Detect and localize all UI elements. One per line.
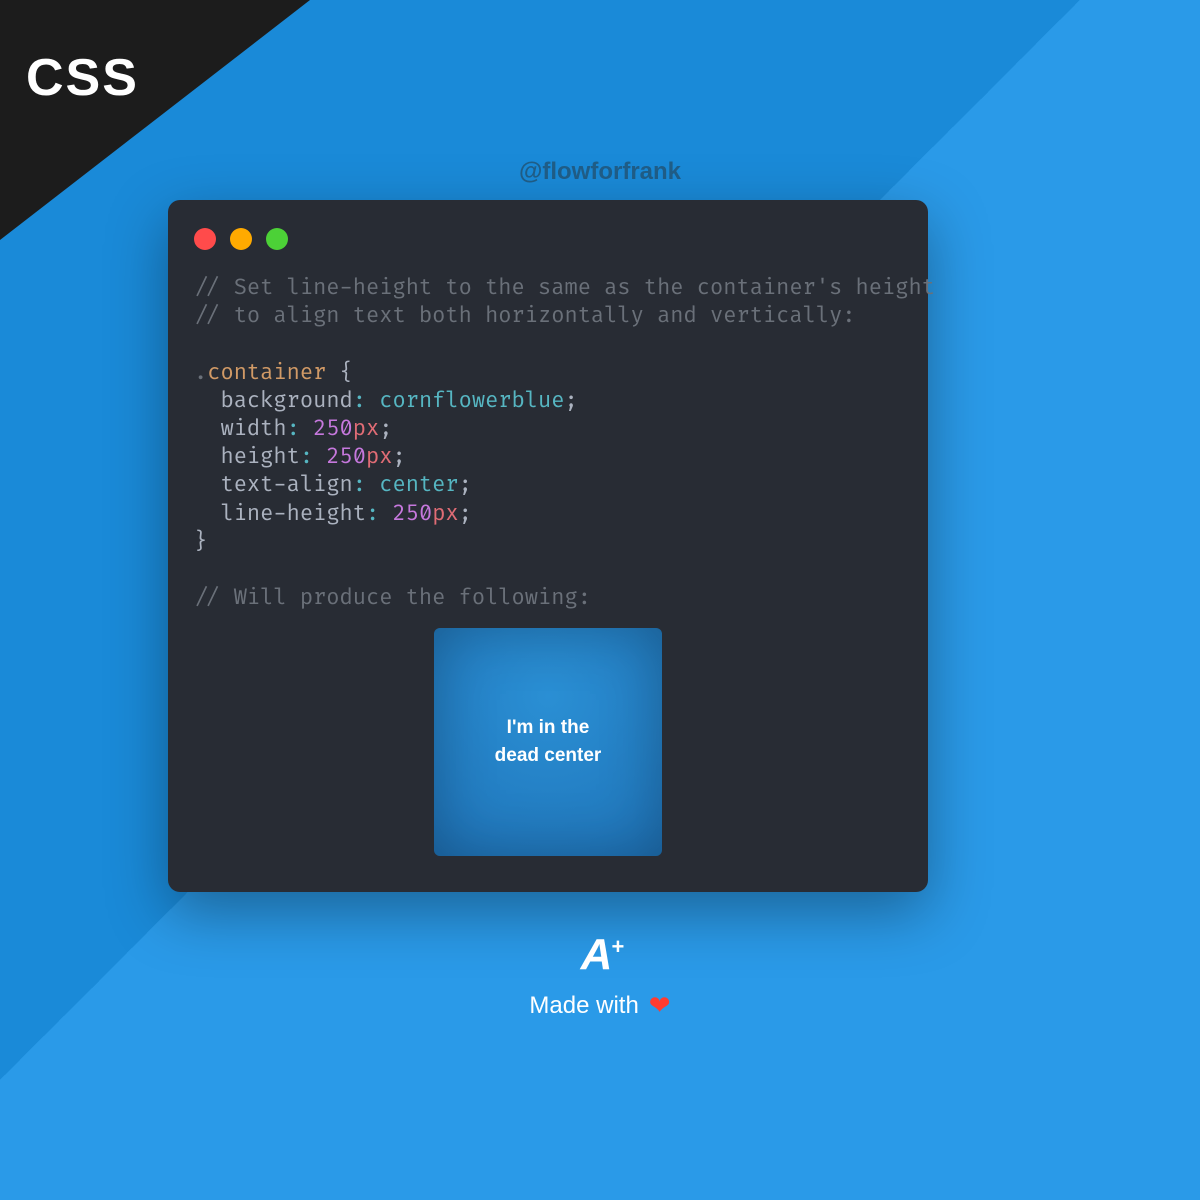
code-prop: width bbox=[220, 415, 286, 442]
code-semi: ; bbox=[393, 443, 406, 470]
code-brace: { bbox=[326, 359, 352, 386]
code-colon: : bbox=[353, 471, 366, 498]
code-comment: // Will produce the following: bbox=[194, 584, 591, 611]
code-number: 250 bbox=[326, 443, 366, 470]
code-prop: line-height bbox=[220, 500, 366, 527]
minimize-dot-icon bbox=[230, 228, 252, 250]
code-prop: text-align bbox=[220, 471, 352, 498]
code-unit: px bbox=[366, 443, 392, 470]
code-semi: ; bbox=[459, 500, 472, 527]
code-number: 250 bbox=[392, 500, 432, 527]
demo-output-box: I'm in the dead center bbox=[434, 628, 662, 856]
code-colon: : bbox=[287, 415, 300, 442]
code-semi: ; bbox=[459, 471, 472, 498]
footer-logo-a: A bbox=[581, 930, 610, 979]
heart-icon: ❤ bbox=[649, 990, 671, 1021]
code-value: cornflowerblue bbox=[379, 387, 564, 414]
code-comment: // to align text both horizontally and v… bbox=[194, 302, 856, 329]
demo-text-line: dead center bbox=[495, 742, 602, 770]
code-prop: height bbox=[220, 443, 299, 470]
maximize-dot-icon bbox=[266, 228, 288, 250]
code-colon: : bbox=[300, 443, 313, 470]
author-handle: @flowforfrank bbox=[0, 158, 1200, 186]
code-block: // Set line-height to the same as the co… bbox=[194, 274, 902, 612]
code-brace: } bbox=[194, 528, 207, 555]
code-value: center bbox=[379, 471, 458, 498]
code-editor-window: // Set line-height to the same as the co… bbox=[168, 200, 928, 892]
code-colon: : bbox=[366, 500, 379, 527]
code-selector-name: container bbox=[207, 359, 326, 386]
footer-logo: A+ bbox=[581, 930, 620, 980]
window-traffic-lights bbox=[194, 228, 902, 250]
footer-tagline: Made with ❤ bbox=[529, 990, 670, 1021]
corner-badge-label: CSS bbox=[26, 48, 139, 108]
footer-logo-plus: + bbox=[611, 934, 621, 959]
code-comment: // Set line-height to the same as the co… bbox=[194, 274, 935, 301]
code-number: 250 bbox=[313, 415, 353, 442]
close-dot-icon bbox=[194, 228, 216, 250]
code-semi: ; bbox=[564, 387, 577, 414]
footer: A+ Made with ❤ bbox=[0, 930, 1200, 1021]
code-colon: : bbox=[353, 387, 366, 414]
code-unit: px bbox=[353, 415, 379, 442]
code-selector-dot: . bbox=[194, 359, 207, 386]
footer-made-with: Made with bbox=[529, 992, 638, 1020]
code-unit: px bbox=[432, 500, 458, 527]
demo-output-wrap: I'm in the dead center bbox=[194, 628, 902, 856]
demo-text-line: I'm in the bbox=[495, 714, 602, 742]
code-prop: background bbox=[220, 387, 352, 414]
code-semi: ; bbox=[379, 415, 392, 442]
